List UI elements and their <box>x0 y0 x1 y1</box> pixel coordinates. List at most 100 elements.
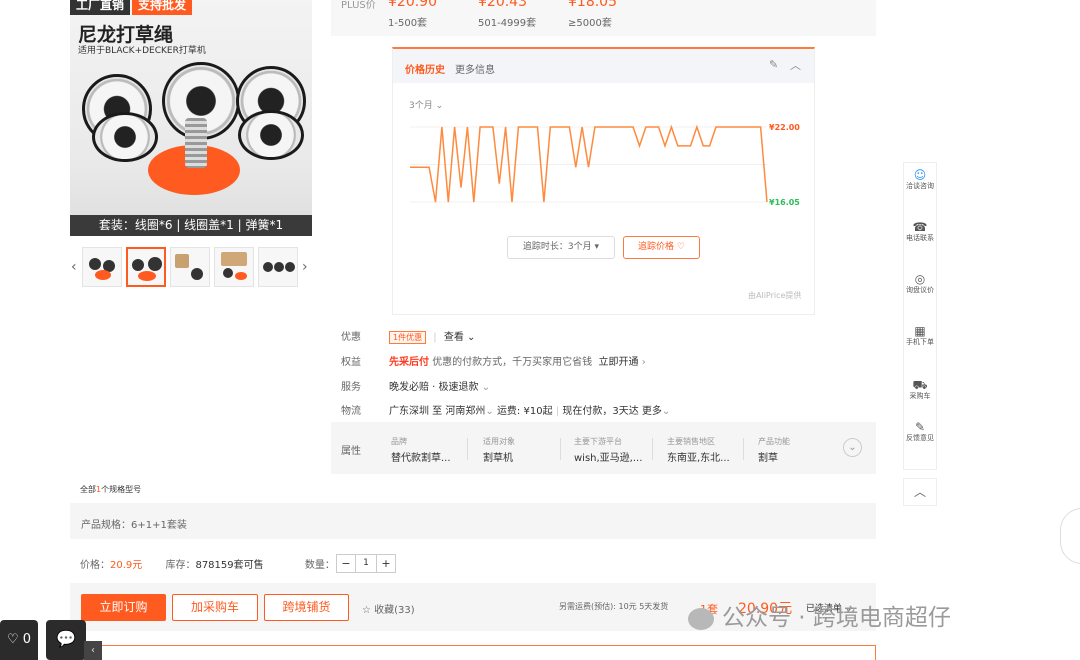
chevron-up-icon: ︿ <box>913 485 926 499</box>
price-history-card: 价格历史 更多信息 ✎ ︿ 3个月 ⌄ ¥22.00 ¥16.05 4月5月6月… <box>392 47 815 315</box>
cart-icon: ⛟ <box>912 378 928 392</box>
spring-image <box>185 118 207 168</box>
floating-toolbar: ☺ 洽谈咨询 ☎ 电话联系 ◎ 询盘议价 ▦ 手机下单 ⛟ 采购车 ✎ 反馈意见 <box>903 162 937 470</box>
price-stock-row: 价格：20.9元 库存：878159套可售 数量： <box>80 556 335 571</box>
tier-price: ¥20.43 <box>478 0 527 10</box>
spec-bar[interactable]: 产品规格：6+1+1套装 <box>70 503 876 539</box>
stock-label: 库存： <box>165 560 196 571</box>
toolbar-item-phone[interactable]: ☎ 电话联系 <box>904 220 936 243</box>
attribute-value: 替代款割草... <box>391 453 451 464</box>
stock-value: 878159套可售 <box>195 560 264 571</box>
toolbar-label: 询盘议价 <box>906 286 934 294</box>
quantity-stepper: − 1 + <box>336 554 396 573</box>
chevron-left-icon[interactable]: ‹ <box>71 259 77 275</box>
toolbar-item-cart[interactable]: ⛟ 采购车 <box>904 378 936 401</box>
phone-icon: ☎ <box>912 220 928 234</box>
divider <box>560 438 561 460</box>
thumbnail[interactable] <box>126 247 166 287</box>
toolbar-item-inquiry[interactable]: ◎ 询盘议价 <box>904 273 936 295</box>
toolbar-label: 电话联系 <box>906 234 934 242</box>
tier-price: ¥18.05 <box>568 0 617 10</box>
back-to-top-button[interactable]: ︿ <box>903 478 937 506</box>
attribute-cell: 主要销售地区 东南亚,东北... <box>667 436 747 464</box>
wholesale-tag: 支持批发 <box>132 0 193 15</box>
service-text: 晚发必赔 · 极速退款 <box>389 382 479 393</box>
tier-qty: 1-500套 <box>388 18 428 29</box>
collapse-button[interactable]: ‹ <box>84 641 102 660</box>
factory-tag: 工厂直销 <box>70 0 131 15</box>
thumbnail[interactable] <box>170 247 210 287</box>
divider <box>467 438 468 460</box>
edit-icon[interactable]: ✎ <box>769 58 778 71</box>
buy-now-button[interactable]: 立即订购 <box>81 594 166 621</box>
cross-border-button[interactable]: 跨境铺货 <box>264 594 349 621</box>
floating-widget[interactable] <box>1060 508 1080 564</box>
toolbar-item-chat[interactable]: ☺ 洽谈咨询 <box>904 168 936 191</box>
chat-button[interactable]: 💬 <box>46 620 86 660</box>
watermark-text: 公众号 · 跨境电商超仔 <box>722 605 951 631</box>
route-select[interactable]: 广东深圳 至 河南郑州 <box>389 406 485 417</box>
thumbnail[interactable] <box>214 247 254 287</box>
attribute-value: wish,亚马逊,... <box>574 453 643 464</box>
chevron-up-icon[interactable]: ︿ <box>790 57 801 73</box>
spool-image <box>238 110 304 160</box>
divider <box>743 438 744 460</box>
attribute-key: 品牌 <box>391 437 407 446</box>
rights-row: 先采后付 优惠的付款方式，千万买家用它省钱 立即开通 › <box>389 353 646 368</box>
track-price-button[interactable]: 追踪价格 ♡ <box>623 236 700 259</box>
chevron-left-icon: ‹ <box>91 645 95 656</box>
tier-price: ¥20.90 <box>388 0 437 10</box>
add-to-cart-button[interactable]: 加采购车 <box>172 594 258 621</box>
attribute-key: 产品功能 <box>758 437 790 446</box>
attribute-cell: 主要下游平台 wish,亚马逊,... <box>574 436 654 464</box>
attributes-header: 属性 <box>341 446 361 457</box>
product-attributes: 属性 品牌 替代款割草... 适用对象 割草机 主要下游平台 wish,亚马逊,...… <box>331 422 876 474</box>
logistics-label: 物流 <box>341 406 361 417</box>
expand-attributes-button[interactable]: ⌄ <box>843 438 862 457</box>
attribute-key: 主要销售地区 <box>667 437 715 446</box>
heart-icon: ♡ <box>676 242 685 252</box>
qty-label: 数量： <box>304 560 335 571</box>
toolbar-item-mobile[interactable]: ▦ 手机下单 <box>904 325 936 347</box>
chevron-down-icon: ⌄ <box>661 406 671 417</box>
increment-button[interactable]: + <box>376 555 395 572</box>
spec-count: 全部1个规格型号 <box>80 484 141 495</box>
price-label: 价格： <box>80 560 110 571</box>
view-discount-link[interactable]: 查看 <box>444 332 464 343</box>
price-history-chart: ¥22.00 ¥16.05 4月5月6月7月 <box>410 123 800 207</box>
unit-price: 20.9元 <box>110 560 143 571</box>
service-row[interactable]: 晚发必赔 · 极速退款 ⌄ <box>389 378 490 393</box>
price-history-header: 价格历史 更多信息 ✎ ︿ <box>393 49 814 83</box>
thumbnail[interactable] <box>82 247 122 287</box>
favorites-counter[interactable]: ♡ 0 <box>0 620 38 660</box>
more-logistics-link[interactable]: 更多 <box>642 406 662 417</box>
decrement-button[interactable]: − <box>337 555 356 572</box>
quantity-input[interactable]: 1 <box>356 555 376 572</box>
favorite-count: 收藏(33) <box>374 605 415 616</box>
spec-count-suffix: 个规格型号 <box>101 485 142 494</box>
toolbar-label: 反馈意见 <box>906 434 934 442</box>
tab-more-info[interactable]: 更多信息 <box>455 61 495 76</box>
tab-price-history[interactable]: 价格历史 <box>405 61 445 76</box>
thumbnail[interactable] <box>258 247 298 287</box>
feedback-icon: ✎ <box>914 420 926 434</box>
caret-down-icon: ▾ <box>594 242 600 252</box>
chat-icon: ☺ <box>913 168 927 182</box>
toolbar-item-feedback[interactable]: ✎ 反馈意见 <box>904 420 936 443</box>
main-product-image[interactable]: 工厂直销 支持批发 尼龙打草绳 适用于BLACK+DECKER打草机 套装：线圈… <box>70 0 312 236</box>
logistics-row: 广东深圳 至 河南郑州⌄ 运费: ¥10起 | 现在付款，3天达 更多⌄ <box>389 406 671 417</box>
chevron-down-icon: ⌄ <box>467 332 476 343</box>
chevron-down-icon: ⌄ <box>485 406 494 417</box>
discount-label: 优惠 <box>341 332 361 343</box>
thumbnail-strip: ‹ › <box>70 247 312 287</box>
chevron-right-icon[interactable]: › <box>302 259 308 275</box>
watermark: 公众号 · 跨境电商超仔 <box>688 598 951 632</box>
min-price-label: ¥16.05 <box>769 198 800 207</box>
tier-qty: ≥5000套 <box>568 18 612 29</box>
open-now-link[interactable]: 立即开通 <box>599 357 639 368</box>
max-price-label: ¥22.00 <box>769 123 800 132</box>
attribute-key: 适用对象 <box>483 437 515 446</box>
pay-later-badge: 先采后付 <box>389 357 429 368</box>
track-duration-select[interactable]: 追踪时长：3个月 ▾ <box>507 236 615 259</box>
favorite-button[interactable]: ☆ 收藏(33) <box>362 601 415 616</box>
